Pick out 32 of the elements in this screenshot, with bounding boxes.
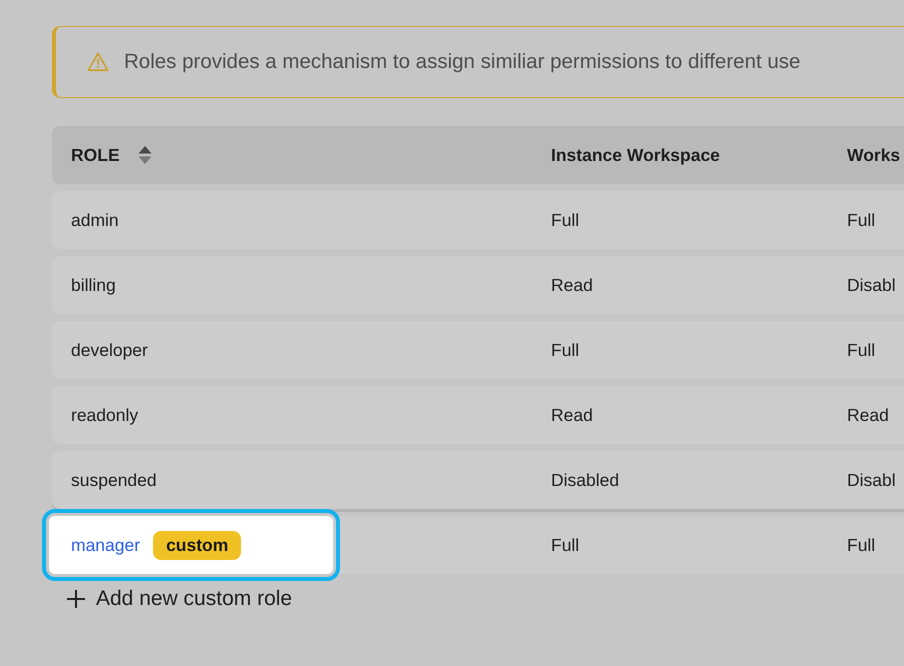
permission-text: Read (847, 404, 889, 424)
warning-icon (86, 51, 110, 73)
permission-text: Read (551, 274, 593, 294)
column-header: ROLE (71, 144, 120, 166)
table-row[interactable]: readonly Read Read (52, 386, 904, 444)
permission-text: Full (551, 340, 580, 360)
plus-icon (66, 589, 86, 609)
role-name: billing (71, 274, 116, 296)
add-role-button[interactable]: Add new custom role (66, 587, 292, 611)
permission-text: Full (847, 210, 876, 230)
table-row[interactable]: admin Full Full (52, 191, 904, 249)
column-header: Instance Workspace (551, 144, 720, 166)
banner-text: Roles provides a mechanism to assign similiar permissions to different use (124, 50, 800, 74)
role-link[interactable]: manager (71, 534, 140, 556)
permission-text: Full (847, 340, 876, 360)
permission-text: Disabled (551, 470, 620, 490)
permission-text: Read (551, 404, 593, 424)
permission-text: Full (847, 534, 876, 554)
permission-text: Disabl (847, 274, 896, 294)
role-name: readonly (71, 404, 138, 426)
role-name: developer (71, 340, 148, 360)
role-name: suspended (71, 470, 157, 490)
sort-icon[interactable] (138, 145, 152, 165)
table-row[interactable]: suspended Disabled Disabl (52, 451, 904, 509)
permission-text: Full (551, 210, 580, 230)
table-row[interactable]: developer Full Full (52, 321, 904, 379)
custom-badge: custom (153, 530, 242, 560)
permission-text: Disabl (847, 470, 896, 490)
table-row[interactable]: billing Read Disabl (52, 256, 904, 314)
permission-text: Full (551, 534, 580, 554)
column-header: Works (847, 144, 900, 166)
role-name: admin (71, 210, 119, 230)
